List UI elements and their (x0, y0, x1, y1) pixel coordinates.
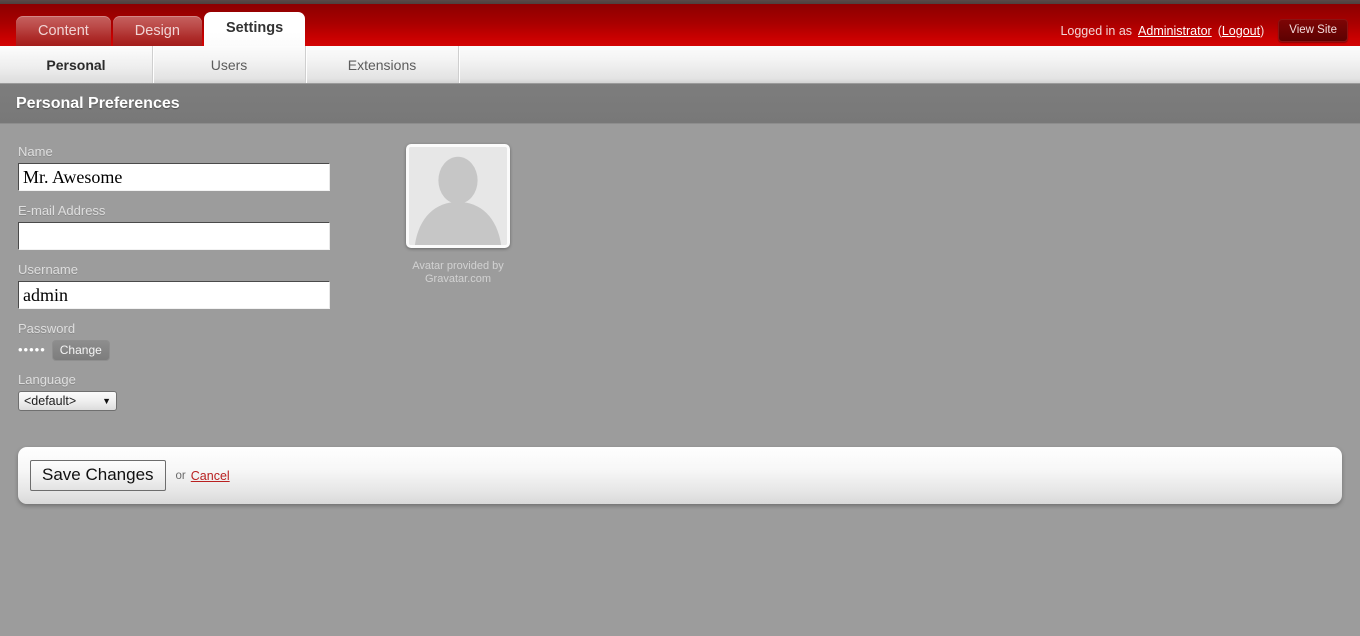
or-label: or (175, 469, 186, 482)
sub-nav-filler (459, 46, 1360, 83)
password-row: ••••• Change (18, 339, 340, 361)
field-password: Password ••••• Change (18, 321, 340, 361)
email-field[interactable] (18, 222, 330, 250)
tab-design-label: Design (134, 23, 180, 39)
tab-settings-label: Settings (225, 20, 284, 36)
language-select-wrap: <default> ▼ (18, 391, 117, 411)
avatar-column: Avatar provided by Gravatar.com (368, 144, 548, 286)
page-title: Personal Preferences (16, 94, 180, 112)
sub-tab-users-label: Users (210, 56, 248, 73)
sidebar-item-personal[interactable]: Personal (0, 46, 153, 83)
username-label: Username (18, 262, 78, 277)
user-silhouette-icon (409, 147, 507, 245)
tab-settings[interactable]: Settings (203, 12, 306, 46)
language-select[interactable]: <default> (18, 391, 117, 411)
password-masked-value: ••••• (18, 342, 46, 357)
name-input[interactable] (18, 163, 330, 191)
cancel-link[interactable]: Cancel (191, 469, 230, 483)
login-status-area: Logged in as Administrator (Logout) View… (1060, 19, 1348, 42)
field-email: E-mail Address (18, 203, 340, 250)
avatar-caption-line1: Avatar provided by (412, 260, 504, 272)
logout-link[interactable]: Logout (1222, 24, 1260, 38)
language-label: Language (18, 372, 76, 387)
field-name: Name (18, 144, 340, 191)
tab-design[interactable]: Design (112, 16, 202, 46)
field-language: Language <default> ▼ (18, 372, 340, 411)
sub-tab-personal-label: Personal (46, 56, 106, 73)
sub-tab-extensions-label: Extensions (347, 56, 417, 73)
form-actions-bar: Save Changes or Cancel (18, 447, 1342, 504)
sub-navigation-bar: Personal Users Extensions (0, 46, 1360, 84)
field-username: Username (18, 262, 340, 309)
sidebar-item-extensions[interactable]: Extensions (306, 46, 459, 83)
save-button[interactable]: Save Changes (30, 460, 166, 491)
sidebar-item-users[interactable]: Users (153, 46, 306, 83)
email-label: E-mail Address (18, 203, 106, 218)
administrator-link[interactable]: Administrator (1138, 24, 1212, 38)
main-navigation-bar: Content Design Settings Logged in as Adm… (0, 4, 1360, 46)
view-site-button[interactable]: View Site (1278, 19, 1348, 42)
tab-content[interactable]: Content (16, 16, 111, 46)
name-label: Name (18, 144, 53, 159)
page-title-bar: Personal Preferences (0, 84, 1360, 124)
change-password-button[interactable]: Change (51, 339, 110, 361)
main-content: Name E-mail Address Username Password ••… (0, 124, 1360, 504)
tab-content-label: Content (38, 23, 89, 39)
avatar-caption: Avatar provided by Gravatar.com (368, 260, 548, 286)
preferences-form: Name E-mail Address Username Password ••… (0, 144, 1360, 423)
avatar-frame (406, 144, 510, 248)
password-label: Password (18, 321, 76, 336)
logout-paren-close: ) (1260, 23, 1265, 38)
username-input[interactable] (18, 281, 330, 309)
avatar (409, 147, 507, 245)
avatar-caption-line2: Gravatar.com (424, 273, 492, 285)
logged-in-prefix: Logged in as (1060, 23, 1133, 38)
form-fields-column: Name E-mail Address Username Password ••… (0, 144, 340, 423)
